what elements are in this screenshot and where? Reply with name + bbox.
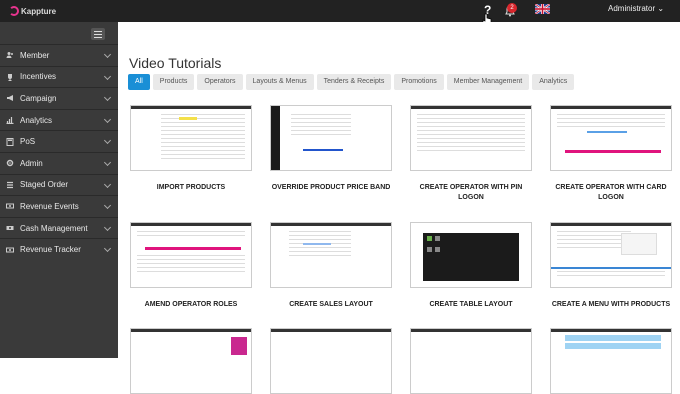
sidebar-item-incentives[interactable]: Incentives	[0, 65, 118, 88]
video-title: AMEND OPERATOR ROLES	[144, 301, 238, 308]
top-bar: Kappture ? 2 Administrator ⌄	[0, 0, 680, 27]
video-card[interactable]: CREATE OPERATOR WITH CARD LOGON	[550, 105, 672, 203]
video-card[interactable]	[550, 328, 672, 394]
logo-mark-icon	[9, 6, 19, 16]
video-thumbnail[interactable]	[550, 328, 672, 394]
tab-all[interactable]: All	[128, 74, 150, 90]
video-title: CREATE TABLE LAYOUT	[429, 301, 513, 308]
chevron-down-icon	[103, 180, 112, 188]
video-thumbnail[interactable]	[130, 222, 252, 288]
video-title: CREATE OPERATOR WITH PIN LOGON	[419, 184, 523, 201]
sidebar-item-label: Revenue Events	[20, 201, 79, 211]
video-thumbnail[interactable]	[550, 222, 672, 288]
video-card[interactable]: CREATE A MENU WITH PRODUCTS	[550, 222, 672, 310]
sidebar-item-member[interactable]: Member	[0, 44, 118, 66]
cash-icon	[6, 226, 14, 231]
chevron-down-icon	[103, 223, 112, 231]
logo-text: Kappture	[21, 6, 57, 16]
sidebar-item-label: Campaign	[20, 93, 57, 103]
chevron-down-icon	[103, 202, 112, 210]
video-thumbnail[interactable]	[550, 105, 672, 171]
chevron-down-icon	[103, 72, 112, 80]
main-content: Video Tutorials All Products Operators L…	[118, 22, 680, 394]
users-icon	[6, 52, 13, 59]
sidebar-item-label: PoS	[20, 137, 36, 147]
list-icon	[7, 181, 13, 188]
chevron-down-icon	[103, 94, 112, 102]
sidebar-item-label: Admin	[20, 158, 43, 168]
video-thumbnail[interactable]	[130, 105, 252, 171]
category-tabs: All Products Operators Layouts & Menus T…	[128, 74, 575, 90]
video-card[interactable]: AMEND OPERATOR ROLES	[130, 222, 252, 310]
sidebar-item-analytics[interactable]: Analytics	[0, 108, 118, 131]
megaphone-icon	[7, 95, 13, 102]
video-thumbnail[interactable]	[270, 222, 392, 288]
sidebar-item-pos[interactable]: PoS	[0, 130, 118, 152]
user-menu[interactable]: Administrator ⌄	[608, 4, 664, 13]
chevron-down-icon	[103, 158, 112, 167]
chevron-down-icon: ⌄	[657, 4, 665, 13]
chevron-down-icon	[103, 115, 112, 123]
uk-flag-icon[interactable]	[535, 4, 550, 14]
tab-products[interactable]: Products	[152, 74, 195, 90]
video-title: CREATE OPERATOR WITH CARD LOGON	[555, 184, 667, 201]
tab-operators[interactable]: Operators	[197, 74, 243, 90]
calculator-icon	[6, 137, 14, 146]
sidebar-item-revenue-events[interactable]: Revenue Events	[0, 195, 118, 217]
tab-analytics[interactable]: Analytics	[532, 74, 575, 90]
video-thumbnail[interactable]	[270, 328, 392, 394]
video-card[interactable]: IMPORT PRODUCTS	[130, 105, 252, 193]
page-title: Video Tutorials	[129, 55, 222, 71]
sidebar-item-label: Incentives	[20, 72, 57, 82]
video-card[interactable]: CREATE OPERATOR WITH PIN LOGON	[410, 105, 532, 203]
sidebar-item-label: Cash Management	[20, 223, 88, 233]
video-thumbnail[interactable]	[130, 328, 252, 394]
video-thumbnail[interactable]	[270, 105, 392, 171]
tab-tenders-receipts[interactable]: Tenders & Receipts	[316, 74, 392, 90]
user-name: Administrator	[608, 4, 656, 13]
brand-logo[interactable]: Kappture	[9, 5, 56, 17]
money-icon	[6, 247, 14, 253]
chevron-down-icon	[103, 137, 112, 145]
video-title: IMPORT PRODUCTS	[156, 184, 226, 191]
sidebar-item-campaign[interactable]: Campaign	[0, 87, 118, 109]
video-card[interactable]	[270, 328, 392, 394]
sidebar-item-revenue-tracker[interactable]: Revenue Tracker	[0, 238, 118, 260]
video-card[interactable]: CREATE SALES LAYOUT	[270, 222, 392, 310]
sidebar-item-label: Staged Order	[20, 180, 69, 190]
video-thumbnail[interactable]	[410, 105, 532, 171]
sidebar-item-label: Member	[20, 50, 50, 60]
video-card[interactable]: OVERRIDE PRODUCT PRICE BAND	[270, 105, 392, 193]
tab-member-management[interactable]: Member Management	[446, 74, 530, 90]
video-thumbnail[interactable]	[410, 222, 532, 288]
video-card[interactable]: CREATE TABLE LAYOUT	[410, 222, 532, 310]
video-title: CREATE SALES LAYOUT	[289, 301, 373, 308]
chevron-down-icon	[103, 50, 112, 59]
sidebar-item-cash-management[interactable]: Cash Management	[0, 216, 118, 239]
sidebar-item-label: Analytics	[20, 115, 53, 125]
video-title: CREATE A MENU WITH PRODUCTS	[551, 301, 671, 308]
trophy-icon	[8, 73, 12, 81]
money-icon	[6, 203, 14, 209]
tab-layouts-menus[interactable]: Layouts & Menus	[245, 74, 314, 90]
video-thumbnail[interactable]	[410, 328, 532, 394]
sidebar-item-label: Revenue Tracker	[20, 245, 81, 255]
sidebar-item-admin[interactable]: Admin	[0, 151, 118, 174]
video-title: OVERRIDE PRODUCT PRICE BAND	[271, 184, 391, 191]
chevron-down-icon	[103, 245, 112, 253]
hamburger-menu-icon[interactable]	[91, 28, 105, 40]
sidebar-item-staged-order[interactable]: Staged Order	[0, 173, 118, 196]
chart-icon	[6, 117, 14, 125]
notification-badge: 2	[507, 3, 517, 13]
gear-icon	[6, 160, 14, 167]
video-card[interactable]	[130, 328, 252, 394]
tab-promotions[interactable]: Promotions	[394, 74, 444, 90]
video-card[interactable]	[410, 328, 532, 394]
sidebar: Member Incentives Campaign Analytics PoS…	[0, 22, 118, 358]
